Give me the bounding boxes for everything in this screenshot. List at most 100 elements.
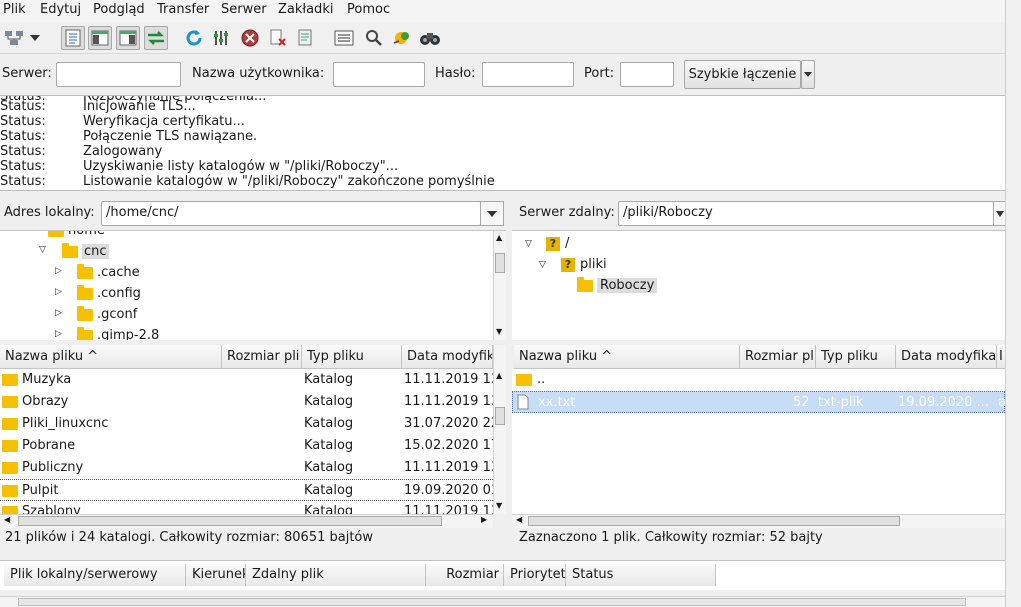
menu-transfer[interactable]: Transfer [157,2,209,17]
expander-closed-icon[interactable]: ▷ [55,287,62,297]
scroll-thumb[interactable] [495,253,505,273]
table-row[interactable]: Szablony Katalog 11.11.2019 13 [0,501,493,514]
disconnect-icon[interactable] [266,26,290,50]
local-address-dropdown-icon[interactable] [480,201,504,226]
cancel-icon[interactable] [238,26,262,50]
local-list-scrollbar[interactable]: ▲ ▼ [493,345,506,514]
expander-open-icon[interactable]: ▽ [525,239,532,249]
local-address-label: Adres lokalny: [4,205,95,220]
queue-col-remote-file[interactable]: Zdalny plik [246,564,426,586]
toggle-local-tree-icon[interactable] [88,26,112,50]
sync-browsing-icon[interactable] [390,26,414,50]
compare-icon[interactable] [362,26,386,50]
refresh-icon[interactable] [182,26,206,50]
expander-open-icon[interactable]: ▽ [539,260,546,270]
table-row[interactable]: Muzyka Katalog 11.11.2019 13 [0,369,493,391]
tree-item-config[interactable]: .config [77,283,141,304]
local-tree-scrollbar[interactable]: ▲ ▼ [493,231,506,340]
username-input[interactable] [333,62,425,87]
reconnect-icon[interactable] [294,26,318,50]
local-list-header: Nazwa pliku ^ Rozmiar pli Typ pliku Data… [0,345,506,369]
scroll-thumb[interactable] [495,407,505,425]
quickconnect-button[interactable]: Szybkie łączenie [684,60,801,89]
toolbar [0,22,1005,54]
directory-listing-filter-icon[interactable] [332,26,356,50]
remote-file-list: .. xx.txt 52 txt-plik 19.09.2020 ... a [512,369,1005,514]
table-row[interactable]: Pliki_linuxcnc Katalog 31.07.2020 22 [0,413,493,435]
scroll-thumb[interactable] [18,516,442,526]
menu-serwer[interactable]: Serwer [221,2,267,17]
port-input[interactable] [620,62,674,87]
quickconnect-dropdown-icon[interactable] [801,60,815,89]
text-file-icon [517,394,529,414]
folder-icon [2,506,18,514]
queue-col-local-file[interactable]: Plik lokalny/serwerowy [4,564,186,586]
queue-col-size[interactable]: Rozmiar [426,564,504,586]
remote-address-bar: Serwer zdalny: /pliki/Roboczy [512,199,1005,229]
tree-item-home[interactable]: home [48,231,105,241]
remote-col-date[interactable]: Data modyfika [896,345,997,369]
remote-col-type[interactable]: Typ pliku [816,345,896,369]
folder-icon [2,418,18,430]
local-col-date[interactable]: Data modyfik [402,345,493,369]
folder-icon [62,242,78,258]
tree-item-gimp[interactable]: .gimp-2.8 [77,325,159,340]
remote-col-size[interactable]: Rozmiar pl [740,345,816,369]
local-col-size[interactable]: Rozmiar pli [222,345,302,369]
search-icon[interactable] [418,26,442,50]
expander-open-icon[interactable]: ▽ [39,245,46,255]
menu-edytuj[interactable]: Edytuj [40,2,81,17]
process-queue-icon[interactable] [210,26,234,50]
folder-icon [2,462,18,474]
table-row-selected[interactable]: xx.txt 52 txt-plik 19.09.2020 ... a [512,391,1005,413]
folder-icon [77,326,93,340]
local-status: 21 plików i 24 katalogi. Całkowity rozmi… [5,530,374,545]
tree-item-cnc[interactable]: cnc [62,241,109,262]
remote-list-hscrollbar[interactable]: ◀ [512,514,1005,528]
table-row[interactable]: Publiczny Katalog 11.11.2019 13 [0,457,493,479]
host-input[interactable] [56,62,181,87]
expander-closed-icon[interactable]: ▷ [55,266,62,276]
tree-item-roboczy[interactable]: Roboczy [577,275,658,296]
tree-item-cache[interactable]: .cache [77,262,140,283]
unknown-folder-icon: ? [561,257,575,272]
table-row[interactable]: Pobrane Katalog 15.02.2020 17 [0,435,493,457]
menu-bar: Plik Edytuj Podgląd Transfer Serwer Zakł… [0,0,1005,22]
remote-col-permissions[interactable]: I [997,345,1005,369]
toggle-queue-icon[interactable] [144,26,168,50]
queue-col-direction[interactable]: Kierunek [186,564,246,586]
remote-address-input[interactable]: /pliki/Roboczy [618,201,994,226]
queue-hscrollbar[interactable] [0,596,1005,607]
table-row-focused[interactable]: Pulpit Katalog 19.09.2020 01 [0,479,493,501]
scroll-thumb[interactable] [18,598,966,606]
toggle-log-icon[interactable] [61,26,85,50]
tree-item-pliki[interactable]: ? pliki [561,254,607,275]
tree-item-root[interactable]: ? / [546,233,569,254]
dropdown-arrow-icon[interactable] [26,26,44,50]
queue-col-priority[interactable]: Priorytet [504,564,566,586]
table-row[interactable]: Obrazy Katalog 11.11.2019 13 [0,391,493,413]
local-col-name[interactable]: Nazwa pliku ^ [0,345,222,369]
remote-col-name[interactable]: Nazwa pliku ^ [514,345,740,369]
local-address-input[interactable]: /home/cnc/ [101,201,481,226]
local-list-hscrollbar[interactable]: ◀ ▶ [0,514,493,528]
menu-plik[interactable]: Plik [3,2,26,17]
unknown-folder-icon: ? [546,236,560,251]
toggle-remote-tree-icon[interactable] [116,26,140,50]
remote-address-label: Serwer zdalny: [519,205,615,220]
local-col-type[interactable]: Typ pliku [302,345,402,369]
folder-icon [2,440,18,452]
password-input[interactable] [482,62,574,87]
menu-zakladki[interactable]: Zakładki [278,2,333,17]
queue-col-status[interactable]: Status [566,564,716,586]
menu-pomoc[interactable]: Pomoc [347,2,390,17]
table-row[interactable]: .. [512,369,1005,391]
menu-podglad[interactable]: Podgląd [93,2,145,17]
folder-icon [577,276,593,292]
tree-item-gconf[interactable]: .gconf [77,304,137,325]
site-manager-icon[interactable] [2,26,26,50]
expander-closed-icon[interactable]: ▷ [55,308,62,318]
scroll-thumb[interactable] [528,516,900,526]
expander-closed-icon[interactable]: ▷ [55,329,62,339]
remote-address-dropdown-icon[interactable] [993,201,1005,226]
